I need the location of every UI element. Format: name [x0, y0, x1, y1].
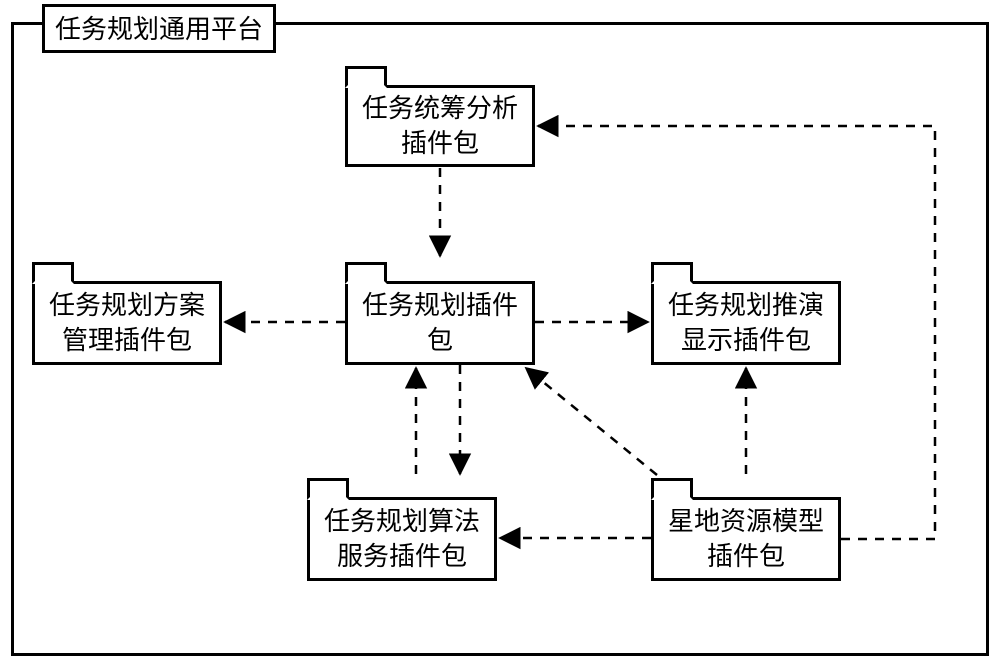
pkg-analysis-label: 任务统筹分析插件包 — [348, 88, 532, 164]
pkg-planning: 任务规划插件包 — [345, 281, 535, 365]
pkg-sim-display: 任务规划推演显示插件包 — [651, 281, 841, 365]
pkg-plan-mgmt: 任务规划方案管理插件包 — [32, 281, 222, 365]
pkg-planning-label: 任务规划插件包 — [348, 284, 532, 362]
pkg-res-model-tab — [651, 478, 693, 500]
pkg-sim-display-label: 任务规划推演显示插件包 — [654, 284, 838, 362]
pkg-res-model-label: 星地资源模型插件包 — [654, 500, 838, 578]
pkg-algo-svc: 任务规划算法服务插件包 — [307, 497, 497, 581]
pkg-analysis: 任务统筹分析插件包 — [345, 85, 535, 167]
pkg-plan-mgmt-label: 任务规划方案管理插件包 — [35, 284, 219, 362]
platform-title-text: 任务规划通用平台 — [55, 15, 263, 44]
pkg-algo-svc-tab — [307, 478, 349, 500]
pkg-planning-tab — [345, 262, 387, 284]
pkg-analysis-tab — [345, 66, 387, 88]
diagram-canvas: 任务规划通用平台 任务统筹分析插件包 任务规划方案管理插件包 任务规划插件包 任… — [0, 0, 1000, 668]
platform-title: 任务规划通用平台 — [42, 4, 276, 53]
pkg-sim-display-tab — [651, 262, 693, 284]
pkg-res-model: 星地资源模型插件包 — [651, 497, 841, 581]
pkg-algo-svc-label: 任务规划算法服务插件包 — [310, 500, 494, 578]
pkg-plan-mgmt-tab — [32, 262, 74, 284]
